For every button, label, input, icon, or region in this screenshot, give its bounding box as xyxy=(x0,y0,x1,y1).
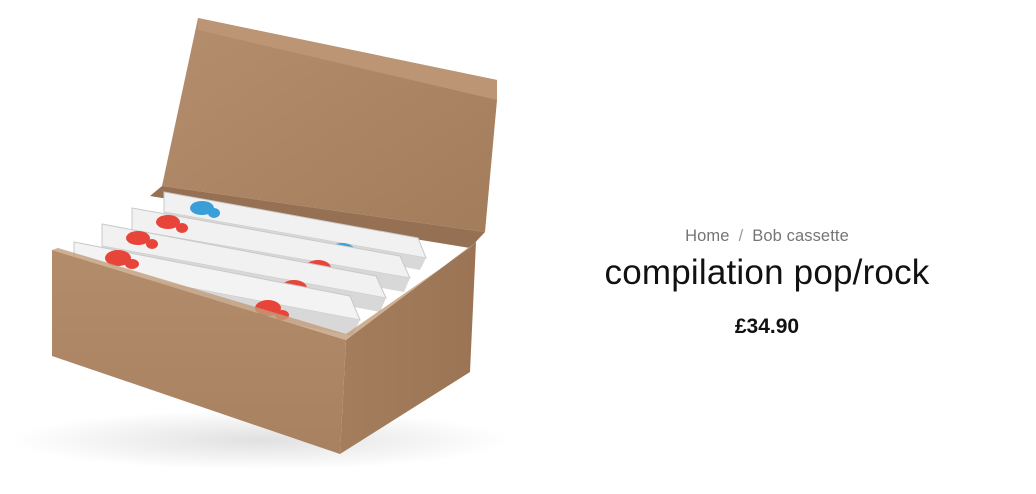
breadcrumb-category-link[interactable]: Bob cassette xyxy=(752,227,849,245)
breadcrumb-separator: / xyxy=(738,227,744,245)
product-price: £34.90 xyxy=(734,315,800,338)
product-summary: Home / Bob cassette compilation pop/rock £… xyxy=(560,0,1036,494)
product-title: compilation pop/rock xyxy=(604,253,930,292)
product-image xyxy=(0,0,560,494)
breadcrumb: Home / Bob cassette xyxy=(560,227,974,246)
breadcrumb-home-link[interactable]: Home xyxy=(685,227,729,245)
